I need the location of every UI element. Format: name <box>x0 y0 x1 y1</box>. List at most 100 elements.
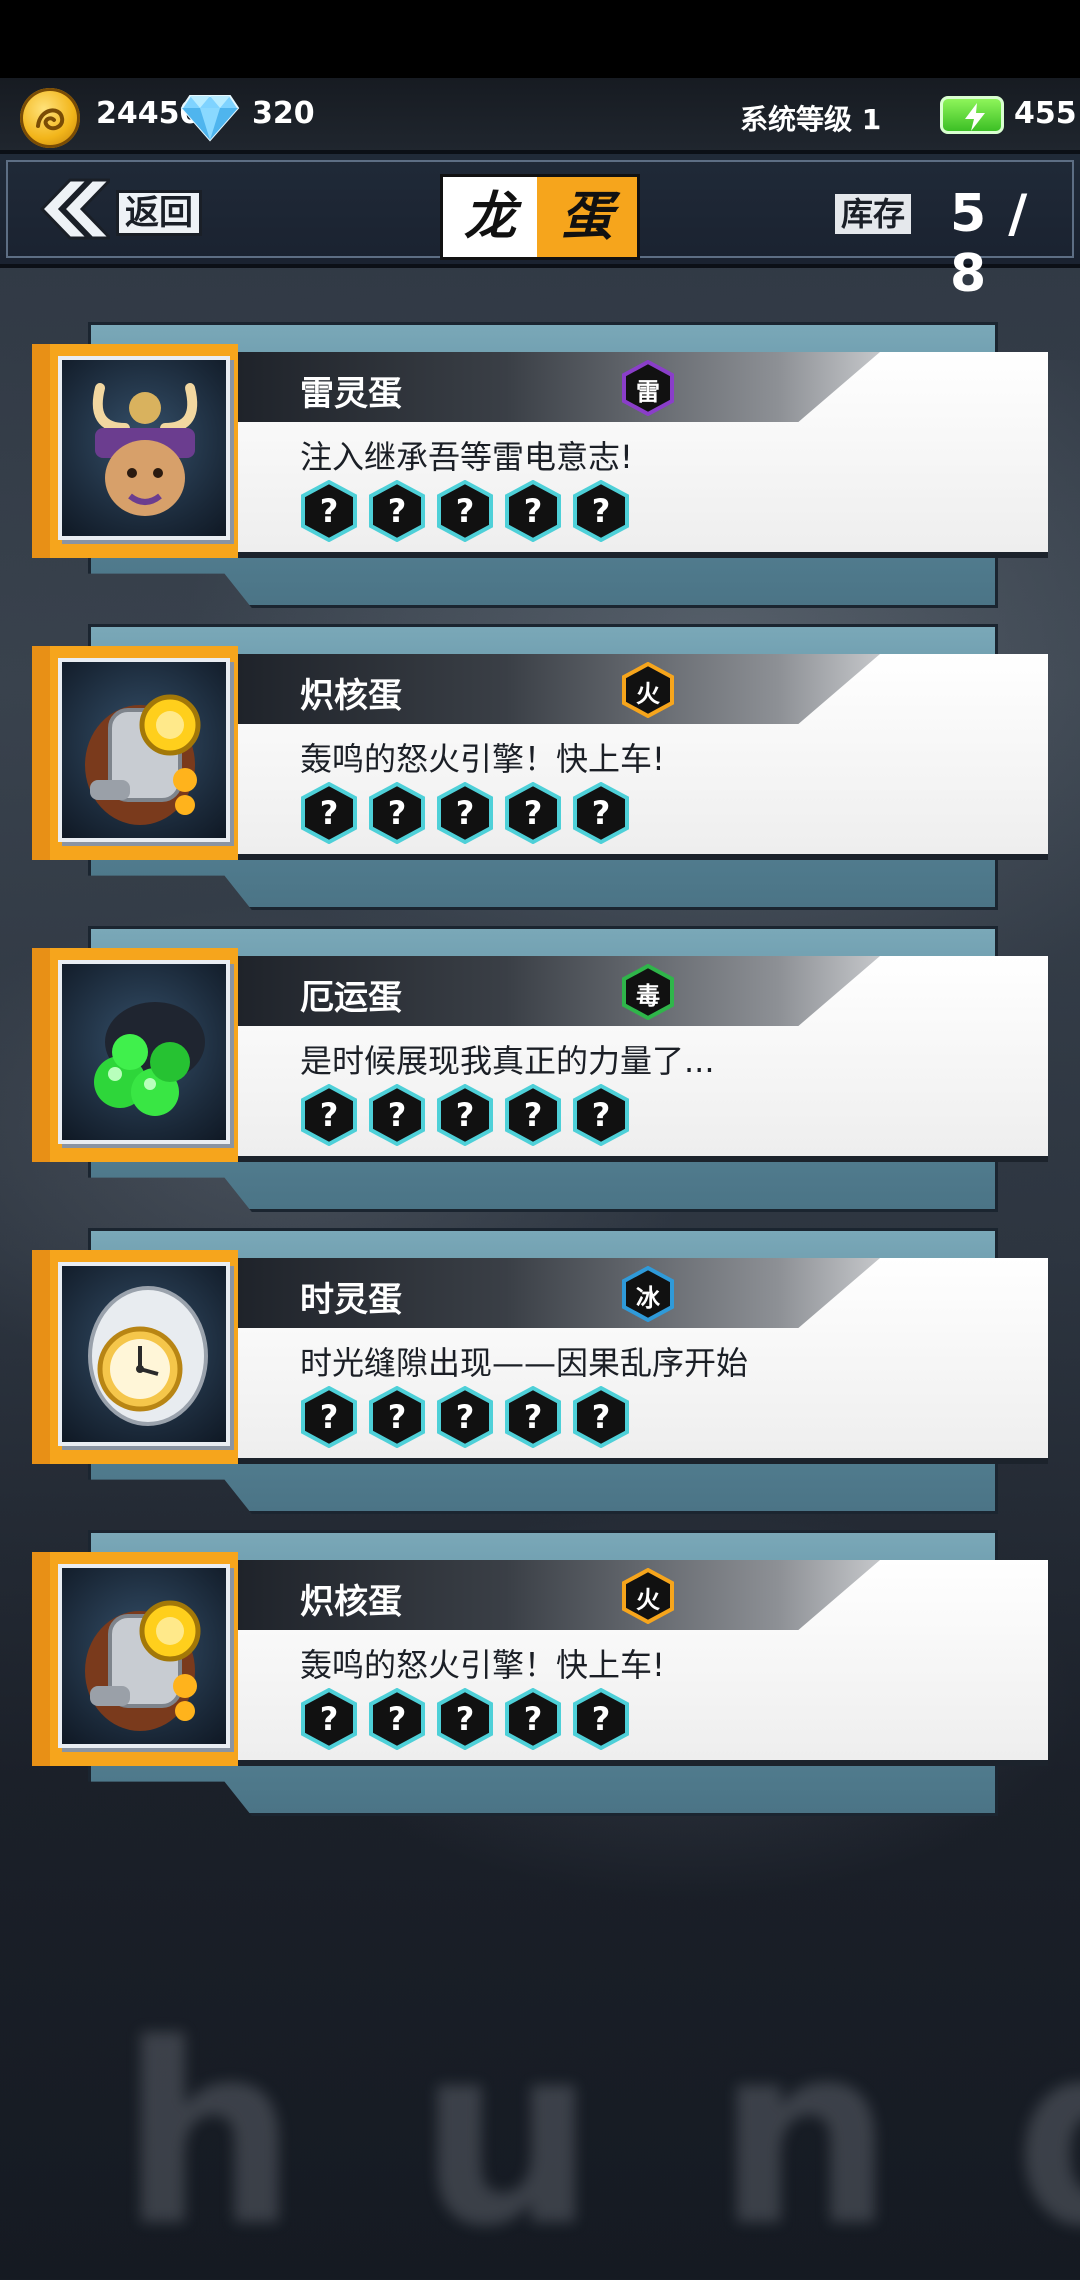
portrait-frame <box>58 658 230 842</box>
skill-slot-label: ? <box>319 1096 339 1134</box>
skill-slot[interactable]: ? <box>300 1386 358 1448</box>
skill-slot-label: ? <box>455 492 475 530</box>
skill-slot[interactable]: ? <box>572 1688 630 1750</box>
skill-slot-label: ? <box>455 1398 475 1436</box>
skill-slot[interactable]: ? <box>368 1386 426 1448</box>
skill-slot[interactable]: ? <box>504 1386 562 1448</box>
skill-slot-label: ? <box>319 1700 339 1738</box>
skill-slot[interactable]: ? <box>368 1688 426 1750</box>
skill-slot-label: ? <box>387 492 407 530</box>
skill-slot[interactable]: ? <box>300 1084 358 1146</box>
egg-name: 时灵蛋 <box>300 1280 402 1320</box>
skill-slot-label: ? <box>523 1700 543 1738</box>
element-label: 毒 <box>636 982 660 1010</box>
skill-slot[interactable]: ? <box>572 1386 630 1448</box>
skill-slot[interactable]: ? <box>504 1688 562 1750</box>
skill-slot[interactable]: ? <box>436 1084 494 1146</box>
gem-icon <box>180 92 240 142</box>
skill-slots: ????? <box>300 480 630 542</box>
gem-count: 320 <box>252 96 315 131</box>
skill-slots: ????? <box>300 1688 630 1750</box>
title-right: 蛋 <box>537 177 637 257</box>
skill-slot-label: ? <box>387 1096 407 1134</box>
skill-slot-label: ? <box>591 794 611 832</box>
skill-slot[interactable]: ? <box>572 1084 630 1146</box>
header-bar: 返回 龙 蛋 库存 5 / 8 <box>0 150 1080 304</box>
skill-slot[interactable]: ? <box>368 782 426 844</box>
back-arrow-icon[interactable] <box>30 174 110 244</box>
skill-slot-label: ? <box>455 794 475 832</box>
portrait-frame <box>58 356 230 540</box>
skill-slot[interactable]: ? <box>300 782 358 844</box>
egg-description: 注入继承吾等雷电意志! <box>300 438 633 476</box>
portrait-frame <box>58 1262 230 1446</box>
card-portrait <box>32 1552 238 1766</box>
egg-name: 雷灵蛋 <box>300 374 402 414</box>
egg-description: 轰鸣的怒火引擎！快上车! <box>300 1646 665 1684</box>
skill-slot-label: ? <box>387 794 407 832</box>
skill-slot-label: ? <box>523 1096 543 1134</box>
egg-name: 厄运蛋 <box>300 978 402 1018</box>
egg-card-4[interactable]: 时灵蛋 冰 时光缝隙出现——因果乱序开始 ????? <box>0 1228 1080 1514</box>
skill-slot[interactable]: ? <box>436 1688 494 1750</box>
skill-slot[interactable]: ? <box>436 782 494 844</box>
skill-slot-label: ? <box>387 1398 407 1436</box>
skill-slot[interactable]: ? <box>368 480 426 542</box>
element-label: 雷 <box>636 378 660 406</box>
status-bar <box>0 0 1080 78</box>
card-portrait <box>32 344 238 558</box>
resource-bar: 24450 320 系统等级 1 455 <box>0 78 1080 158</box>
skill-slot-label: ? <box>319 492 339 530</box>
coin-icon <box>20 88 80 148</box>
background-watermark: hundr <box>120 1990 1080 2280</box>
skill-slot[interactable]: ? <box>572 480 630 542</box>
skill-slots: ????? <box>300 1386 630 1448</box>
skill-slot[interactable]: ? <box>368 1084 426 1146</box>
skill-slot[interactable]: ? <box>504 1084 562 1146</box>
page-title: 龙 蛋 <box>440 174 640 260</box>
card-portrait <box>32 948 238 1162</box>
element-label: 火 <box>636 680 660 708</box>
skill-slot[interactable]: ? <box>300 1688 358 1750</box>
skill-slot-label: ? <box>591 492 611 530</box>
stock-value: 5 / 8 <box>950 184 1030 304</box>
egg-card-2[interactable]: 炽核蛋 火 轰鸣的怒火引擎！快上车! ????? <box>0 624 1080 910</box>
stock-label: 库存 <box>835 194 912 234</box>
element-label: 火 <box>636 1586 660 1614</box>
skill-slot-label: ? <box>387 1700 407 1738</box>
energy-icon <box>940 96 1004 134</box>
skill-slot[interactable]: ? <box>436 1386 494 1448</box>
skill-slot[interactable]: ? <box>436 480 494 542</box>
element-badge: 毒 <box>622 964 674 1020</box>
title-left: 龙 <box>443 177 537 257</box>
egg-name: 炽核蛋 <box>300 1582 402 1622</box>
egg-name: 炽核蛋 <box>300 676 402 716</box>
egg-card-5[interactable]: 炽核蛋 火 轰鸣的怒火引擎！快上车! ????? <box>0 1530 1080 1816</box>
system-level: 系统等级 1 <box>740 103 882 136</box>
portrait-frame <box>58 1564 230 1748</box>
skill-slots: ????? <box>300 1084 630 1146</box>
skill-slot-label: ? <box>455 1096 475 1134</box>
energy-count: 455 <box>1014 96 1077 131</box>
card-portrait <box>32 1250 238 1464</box>
back-label[interactable]: 返回 <box>116 190 202 236</box>
element-label: 冰 <box>636 1284 660 1312</box>
skill-slot-label: ? <box>591 1096 611 1134</box>
skill-slot[interactable]: ? <box>572 782 630 844</box>
egg-description: 是时候展现我真正的力量了... <box>300 1042 715 1080</box>
skill-slot[interactable]: ? <box>504 480 562 542</box>
egg-description: 时光缝隙出现——因果乱序开始 <box>300 1344 749 1382</box>
element-badge: 雷 <box>622 360 674 416</box>
skill-slots: ????? <box>300 782 630 844</box>
element-badge: 冰 <box>622 1266 674 1322</box>
skill-slot-label: ? <box>523 492 543 530</box>
element-badge: 火 <box>622 1568 674 1624</box>
skill-slot[interactable]: ? <box>300 480 358 542</box>
portrait-frame <box>58 960 230 1144</box>
egg-description: 轰鸣的怒火引擎！快上车! <box>300 740 665 778</box>
egg-card-3[interactable]: 厄运蛋 毒 是时候展现我真正的力量了... ????? <box>0 926 1080 1212</box>
skill-slot[interactable]: ? <box>504 782 562 844</box>
card-portrait <box>32 646 238 860</box>
egg-card-1[interactable]: 雷灵蛋 雷 注入继承吾等雷电意志! ????? <box>0 322 1080 608</box>
skill-slot-label: ? <box>319 1398 339 1436</box>
